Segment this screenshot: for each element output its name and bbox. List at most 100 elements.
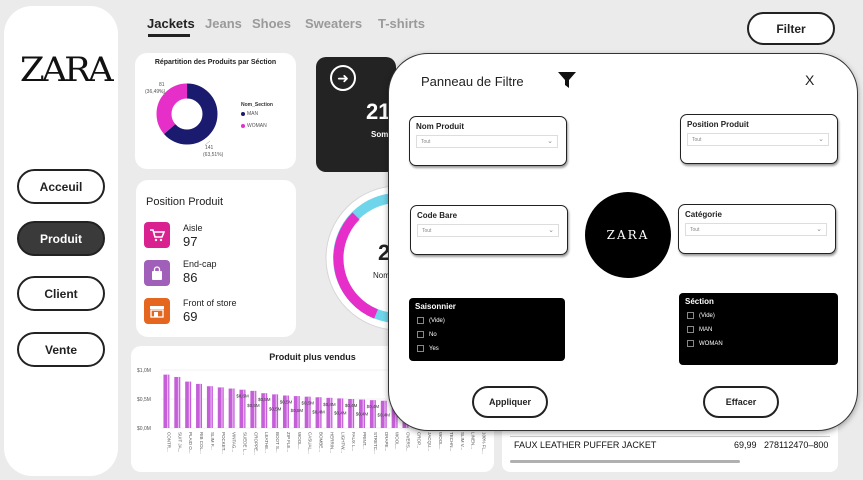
filter-button[interactable]: Filter bbox=[747, 12, 835, 45]
bar[interactable] bbox=[228, 388, 235, 428]
aisle-label: Aisle bbox=[183, 223, 203, 233]
x-tick-label: RIB COL... bbox=[199, 432, 204, 454]
slicer-title: Nom Produit bbox=[416, 122, 464, 131]
y-tick-label: $0,0M bbox=[137, 426, 151, 432]
x-tick-label: WOOL... bbox=[297, 432, 302, 450]
x-tick-label: BOMBE... bbox=[319, 432, 324, 452]
apply-button[interactable]: Appliquer bbox=[472, 386, 548, 418]
table-cell-name: FAUX LEATHER PUFFER JACKET bbox=[514, 440, 657, 450]
slicer-dropdown[interactable]: Tout ⌄ bbox=[685, 223, 827, 236]
saisonnier-title: Saisonnier bbox=[415, 302, 456, 311]
checkbox[interactable] bbox=[417, 331, 424, 338]
bar-data-label: $0,5M bbox=[280, 400, 293, 405]
kpi-label: Som bbox=[371, 130, 389, 139]
bar-highlight bbox=[253, 390, 256, 428]
bar-highlight bbox=[167, 374, 169, 428]
horizontal-scrollbar[interactable] bbox=[510, 460, 740, 463]
bar-highlight bbox=[199, 383, 201, 428]
shopping-cart-icon bbox=[144, 222, 170, 248]
tab-tshirts[interactable]: T-shirts bbox=[378, 16, 425, 31]
legend-dot-man bbox=[241, 112, 245, 116]
slicer-title: Position Produit bbox=[687, 120, 749, 129]
slicer-nom-produit[interactable]: Nom Produit Tout ⌄ bbox=[409, 116, 567, 166]
checkbox[interactable] bbox=[687, 340, 694, 347]
active-tab-underline bbox=[148, 34, 190, 37]
x-tick-label: POCKET... bbox=[221, 432, 226, 454]
option-label: (Vide) bbox=[699, 312, 715, 319]
shopping-bag-icon bbox=[144, 260, 170, 286]
legend-item-man: MAN bbox=[241, 111, 258, 117]
storefront-icon bbox=[144, 298, 170, 324]
saisonnier-option-vide[interactable]: (Vide) bbox=[417, 317, 445, 324]
x-tick-label: SUIT JA... bbox=[177, 432, 182, 452]
x-tick-label: OVERS... bbox=[406, 432, 411, 452]
saisonnier-option-yes[interactable]: Yes bbox=[417, 345, 439, 352]
x-tick-label: PLAID O... bbox=[188, 432, 193, 454]
slicer-value: Tout bbox=[690, 227, 700, 233]
checkbox[interactable] bbox=[417, 345, 424, 352]
bar-data-label: $0,5M bbox=[269, 406, 282, 411]
bar[interactable] bbox=[163, 374, 170, 428]
checkbox[interactable] bbox=[417, 317, 424, 324]
slicer-dropdown[interactable]: Tout ⌄ bbox=[687, 133, 829, 146]
tab-jeans[interactable]: Jeans bbox=[205, 16, 242, 31]
legend-item-woman: WOMAN bbox=[241, 123, 267, 129]
nav-produit-button[interactable]: Produit bbox=[17, 221, 105, 256]
bar-highlight bbox=[221, 387, 223, 428]
tab-jackets[interactable]: Jackets bbox=[147, 16, 195, 31]
slicer-categorie[interactable]: Catégorie Tout ⌄ bbox=[678, 204, 836, 254]
option-label: WOMAN bbox=[699, 340, 723, 347]
bar[interactable] bbox=[196, 383, 203, 428]
bar-data-label: $0,5M bbox=[291, 408, 304, 413]
table-cell-price: 69,99 bbox=[734, 440, 757, 450]
bar[interactable] bbox=[206, 386, 213, 428]
table-cell-code: 278112470–800 bbox=[764, 440, 829, 450]
endcap-value: 86 bbox=[183, 270, 198, 285]
bar-highlight bbox=[232, 388, 234, 428]
nav-acceuil-button[interactable]: Acceuil bbox=[17, 169, 105, 204]
x-tick-label: LIGHTW... bbox=[340, 432, 345, 453]
x-tick-label: BOOT S... bbox=[275, 432, 280, 453]
option-label: No bbox=[429, 331, 437, 338]
position-title: Position Produit bbox=[146, 196, 224, 208]
slicer-dropdown[interactable]: Tout ⌄ bbox=[417, 224, 559, 237]
checkbox[interactable] bbox=[687, 326, 694, 333]
tab-shoes[interactable]: Shoes bbox=[252, 16, 291, 31]
slicer-dropdown[interactable]: Tout ⌄ bbox=[416, 135, 558, 148]
bar-data-label: $0,4M bbox=[312, 409, 325, 414]
tab-sweaters[interactable]: Sweaters bbox=[305, 16, 362, 31]
bar-highlight bbox=[210, 386, 212, 428]
position-card: Position Produit Aisle 97 End-cap 86 Fro… bbox=[136, 180, 296, 337]
section-option-man[interactable]: MAN bbox=[687, 326, 712, 333]
bar-highlight bbox=[188, 381, 190, 428]
clear-button[interactable]: Effacer bbox=[703, 386, 779, 418]
funnel-icon bbox=[558, 72, 576, 88]
checkbox[interactable] bbox=[687, 312, 694, 319]
x-tick-label: SUEDE L... bbox=[243, 432, 248, 455]
saisonnier-option-no[interactable]: No bbox=[417, 331, 437, 338]
x-tick-label: DRAPE... bbox=[384, 432, 389, 451]
nav-vente-button[interactable]: Vente bbox=[17, 332, 105, 367]
x-tick-label: SLIM F... bbox=[210, 432, 215, 450]
section-option-woman[interactable]: WOMAN bbox=[687, 340, 723, 347]
x-tick-label: CROP... bbox=[416, 432, 421, 448]
close-button[interactable]: X bbox=[805, 72, 814, 88]
chevron-down-icon: ⌄ bbox=[818, 136, 824, 143]
slicer-position-produit[interactable]: Position Produit Tout ⌄ bbox=[680, 114, 838, 164]
x-tick-label: FAUX L... bbox=[351, 432, 356, 451]
legend-title: Nom_Section bbox=[241, 102, 273, 108]
x-tick-label: WOOL... bbox=[395, 432, 400, 450]
slicer-code-bare[interactable]: Code Bare Tout ⌄ bbox=[410, 205, 568, 255]
arrow-right-icon[interactable]: ➜ bbox=[330, 65, 356, 91]
nav-client-button[interactable]: Client bbox=[17, 276, 105, 311]
section-option-vide[interactable]: (Vide) bbox=[687, 312, 715, 319]
x-tick-label: WOOL... bbox=[438, 432, 443, 450]
panel-title: Panneau de Filtre bbox=[421, 74, 524, 89]
table-separator bbox=[510, 436, 830, 437]
bar[interactable] bbox=[217, 387, 224, 428]
man-pct-label: (63,51%) bbox=[203, 152, 224, 158]
bar[interactable] bbox=[185, 381, 192, 428]
slicer-title: Code Bare bbox=[417, 211, 458, 220]
bar[interactable] bbox=[250, 390, 257, 428]
bar[interactable] bbox=[174, 376, 181, 428]
